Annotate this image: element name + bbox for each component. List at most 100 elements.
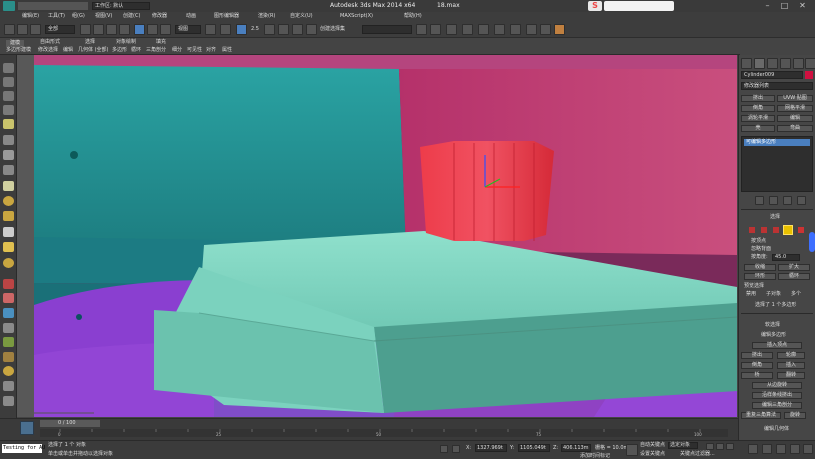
- object-color-swatch[interactable]: [805, 71, 813, 79]
- hinge-button[interactable]: 从边旋转: [752, 382, 802, 389]
- track-bar[interactable]: [40, 429, 728, 437]
- auto-key-button[interactable]: 自动关键点: [640, 443, 665, 448]
- curve-editor-icon[interactable]: [478, 24, 489, 35]
- bend-quick-button[interactable]: 弯曲: [777, 125, 813, 132]
- soft-selection-rollout[interactable]: 软选择: [765, 323, 780, 328]
- menu-animation[interactable]: 动画: [186, 14, 196, 19]
- x-coordinate-field[interactable]: 1327.969t: [475, 444, 507, 452]
- ring-button[interactable]: 环形: [744, 273, 776, 280]
- orbit-icon[interactable]: [790, 444, 800, 454]
- material-editor-icon[interactable]: [510, 24, 521, 35]
- by-vertex-checkbox[interactable]: 按顶点: [751, 239, 766, 244]
- element-icon[interactable]: [798, 227, 804, 233]
- tab-object-paint[interactable]: 对象绘制: [116, 40, 136, 45]
- selection-rollout-header[interactable]: 选择: [770, 215, 780, 220]
- turn-button[interactable]: 旋转: [784, 412, 806, 419]
- shell-quick-button[interactable]: 壳: [741, 125, 775, 132]
- insert-vertex-button[interactable]: 插入顶点: [752, 342, 802, 349]
- show-end-result-icon[interactable]: [769, 196, 778, 205]
- layer-icon[interactable]: [3, 77, 14, 87]
- display-tab-icon[interactable]: [793, 58, 804, 69]
- ime-toolbar[interactable]: [604, 1, 674, 11]
- ribbon-modify-selection[interactable]: 修改选择: [38, 48, 58, 53]
- hand-icon[interactable]: [3, 135, 14, 145]
- menu-customize[interactable]: 自定义(U): [290, 14, 313, 19]
- modifier-stack[interactable]: 可编辑多边形: [741, 136, 813, 192]
- menu-modifiers[interactable]: 修改器: [152, 14, 167, 19]
- app-logo[interactable]: [3, 1, 15, 11]
- turbosmooth-quick-button[interactable]: 涡轮平滑: [741, 115, 775, 122]
- plane-icon[interactable]: [3, 181, 14, 191]
- rendered-frame-icon[interactable]: [540, 24, 551, 35]
- sun-icon[interactable]: [3, 242, 14, 252]
- tab-modeling[interactable]: 建模: [6, 40, 25, 47]
- outline-button[interactable]: 轮廓: [777, 352, 805, 359]
- maxscript-listener[interactable]: Testing for AU: [2, 444, 45, 453]
- render-setup-icon[interactable]: [526, 24, 537, 35]
- uvw-map-quick-button[interactable]: UVW 贴图: [777, 95, 813, 102]
- bucket-icon[interactable]: [3, 352, 14, 362]
- workspace-dropdown[interactable]: 工作区: 默认: [92, 2, 150, 10]
- tab-populate[interactable]: 填充: [156, 40, 166, 45]
- menu-maxscript[interactable]: MAXScript(X): [340, 14, 373, 19]
- zoom-icon[interactable]: [748, 444, 758, 454]
- ignore-backfacing-checkbox[interactable]: 忽略背面: [751, 247, 771, 252]
- ribbon-visibility[interactable]: 可见性: [187, 48, 202, 53]
- preview-subobject-radio[interactable]: 子对象: [766, 292, 781, 297]
- cube-icon[interactable]: [3, 165, 14, 175]
- menu-rendering[interactable]: 渲染(R): [258, 14, 275, 19]
- by-angle-checkbox[interactable]: 按角度:: [751, 255, 768, 260]
- shrink-button[interactable]: 收缩: [744, 264, 776, 271]
- select-object-icon[interactable]: [80, 24, 91, 35]
- angle-snap-icon[interactable]: [264, 24, 275, 35]
- menu-edit[interactable]: 编辑(E): [22, 14, 39, 19]
- graphite-toggle-icon[interactable]: [462, 24, 473, 35]
- zoom-all-icon[interactable]: [762, 444, 772, 454]
- bevel-button[interactable]: 倒角: [741, 362, 773, 369]
- leaf-icon[interactable]: [3, 337, 14, 347]
- spinner-snap-icon[interactable]: [292, 24, 303, 35]
- input-method-badge[interactable]: S: [588, 1, 602, 11]
- extrude-quick-button[interactable]: 挤出: [741, 95, 775, 102]
- mirror-icon[interactable]: [416, 24, 427, 35]
- light-icon[interactable]: [3, 119, 14, 129]
- extrude-spline-button[interactable]: 沿样条线挤出: [752, 392, 802, 399]
- list-icon[interactable]: [3, 105, 14, 115]
- edit-polygons-rollout[interactable]: 编辑多边形: [761, 333, 786, 338]
- torus-icon[interactable]: [3, 258, 14, 268]
- modify-tab-icon[interactable]: [754, 58, 765, 69]
- edit-geometry-rollout[interactable]: 编辑几何体: [764, 427, 789, 432]
- close-icon[interactable]: ✕: [797, 1, 808, 11]
- polygon-icon[interactable]: [783, 225, 793, 235]
- selection-filter-dropdown[interactable]: 全部: [45, 25, 75, 34]
- helix-icon[interactable]: [3, 279, 14, 289]
- tool-icon[interactable]: [3, 150, 14, 160]
- tab-selection[interactable]: 选择: [85, 40, 95, 45]
- y-coordinate-field[interactable]: 1105.049t: [518, 444, 550, 452]
- ribbon-edit[interactable]: 编辑: [63, 48, 73, 53]
- goto-end-icon[interactable]: [726, 443, 734, 450]
- container-icon[interactable]: [3, 63, 14, 73]
- move-icon[interactable]: [134, 24, 145, 35]
- pivot-center-icon[interactable]: [205, 24, 216, 35]
- absolute-mode-icon[interactable]: [452, 445, 460, 453]
- mini-listener-icon[interactable]: [20, 421, 34, 435]
- scene-explorer-icon[interactable]: [3, 91, 14, 101]
- pan-icon[interactable]: [776, 444, 786, 454]
- menu-group[interactable]: 组(G): [72, 14, 85, 19]
- edit-triangulation-button[interactable]: 编辑三角剖分: [752, 402, 802, 409]
- ribbon-subdivision[interactable]: 细分: [172, 48, 182, 53]
- window-crossing-icon[interactable]: [119, 24, 130, 35]
- edge-icon[interactable]: [761, 227, 767, 233]
- remove-modifier-icon[interactable]: [797, 196, 806, 205]
- menu-graph-editors[interactable]: 图形编辑器: [214, 14, 239, 19]
- vertex-icon[interactable]: [749, 227, 755, 233]
- panel-scrollbar[interactable]: [809, 232, 815, 252]
- pin-icon[interactable]: [3, 293, 14, 303]
- goto-start-icon[interactable]: [706, 443, 714, 450]
- scale-icon[interactable]: [160, 24, 171, 35]
- redo-icon[interactable]: [17, 24, 28, 35]
- create-tab-icon[interactable]: [741, 58, 752, 69]
- hierarchy-tab-icon[interactable]: [767, 58, 778, 69]
- cylinder-icon[interactable]: [3, 211, 14, 221]
